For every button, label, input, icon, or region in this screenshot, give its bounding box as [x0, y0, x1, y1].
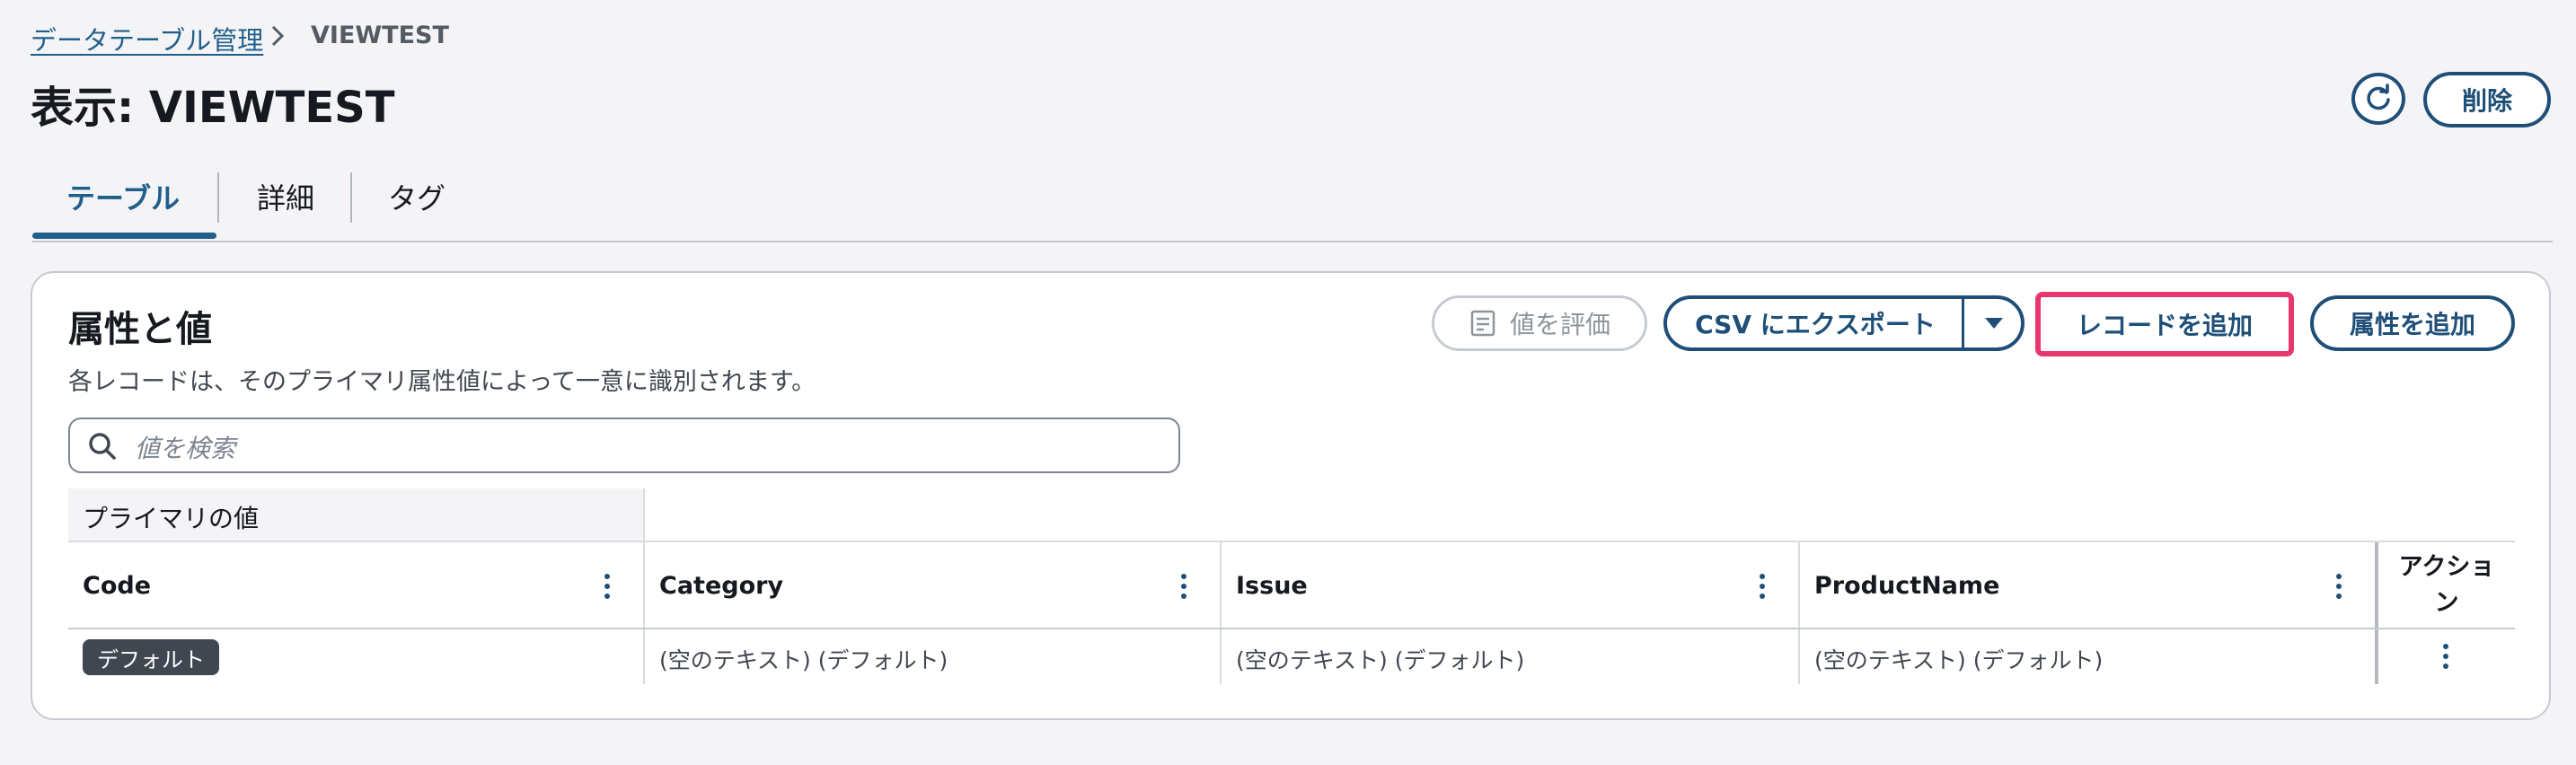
- card-title: 属性と値: [68, 309, 212, 350]
- cell-category: (空のテキスト) (デフォルト): [659, 647, 948, 673]
- tab-separator: [217, 172, 219, 223]
- active-tab-indicator: [32, 233, 216, 239]
- tabs-divider: [32, 241, 2553, 242]
- evaluate-values-label: 値を評価: [1509, 310, 1610, 339]
- search-placeholder: 値を検索: [135, 434, 236, 463]
- column-divider: [1220, 542, 1222, 684]
- breadcrumb-current: VIEWTEST: [311, 22, 449, 49]
- delete-button-label: 削除: [2461, 86, 2512, 116]
- column-divider: [1798, 542, 1800, 684]
- refresh-icon: [2367, 84, 2390, 110]
- row-actions-menu-icon[interactable]: [2443, 644, 2448, 673]
- cell-productname: (空のテキスト) (デフォルト): [1814, 647, 2104, 673]
- column-menu-icon[interactable]: [1181, 574, 1187, 603]
- search-icon: [89, 433, 116, 460]
- header-divider: [68, 628, 2515, 629]
- column-menu-icon[interactable]: [2336, 574, 2342, 603]
- add-attribute-label: 属性を追加: [2349, 310, 2475, 339]
- cell-issue: (空のテキスト) (デフォルト): [1236, 647, 1525, 673]
- breadcrumb-parent-link[interactable]: データテーブル管理: [31, 20, 263, 57]
- tab-details[interactable]: 詳細: [257, 176, 314, 217]
- status-badge: デフォルト: [83, 639, 219, 675]
- column-divider: [643, 488, 645, 684]
- chevron-right-icon: [271, 25, 285, 47]
- refresh-button[interactable]: [2351, 73, 2405, 125]
- column-menu-icon[interactable]: [1760, 574, 1765, 603]
- card-description: 各レコードは、そのプライマリ属性値によって一意に識別されます。: [68, 368, 816, 396]
- tab-table[interactable]: テーブル: [66, 176, 180, 217]
- primary-values-group-label: プライマリの値: [83, 504, 260, 533]
- tab-tags[interactable]: タグ: [388, 176, 446, 217]
- sticky-column-divider: [2375, 542, 2378, 684]
- export-options-dropdown[interactable]: [1967, 299, 2021, 347]
- export-csv-button[interactable]: CSV にエクスポート: [1667, 305, 1963, 341]
- add-record-label: レコードを追加: [2076, 311, 2253, 340]
- page-title: 表示: VIEWTEST: [31, 83, 395, 133]
- column-header-category[interactable]: Category: [659, 572, 783, 600]
- column-header-code[interactable]: Code: [83, 572, 151, 600]
- add-record-button[interactable]: レコードを追加: [2044, 299, 2285, 349]
- column-header-issue[interactable]: Issue: [1236, 572, 1308, 600]
- column-menu-icon[interactable]: [604, 574, 610, 603]
- column-header-actions: アクション: [2398, 553, 2495, 617]
- add-attribute-button[interactable]: 属性を追加: [2310, 295, 2515, 351]
- document-icon: [1470, 310, 1495, 337]
- delete-button[interactable]: 削除: [2423, 72, 2551, 128]
- column-header-productname[interactable]: ProductName: [1814, 572, 1999, 600]
- split-divider: [1962, 295, 1964, 351]
- tab-separator: [350, 172, 352, 223]
- caret-down-icon: [1985, 318, 2003, 329]
- export-csv-split-button: CSV にエクスポート: [1663, 295, 2025, 351]
- row-divider: [68, 541, 2515, 542]
- evaluate-values-button[interactable]: 値を評価: [1432, 295, 1647, 351]
